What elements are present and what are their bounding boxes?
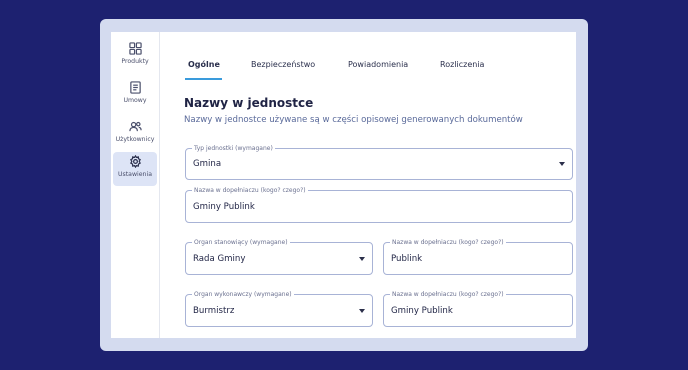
document-icon (129, 81, 141, 94)
sidebar-item-ustawienia[interactable]: Ustawienia (113, 152, 157, 186)
sidebar-item-label: Produkty (121, 58, 149, 65)
app-frame: Produkty Umowy Użytkownicy Ustawienia Og… (100, 19, 588, 351)
active-tab-indicator (185, 78, 222, 80)
sidebar-item-label: Użytkownicy (115, 136, 155, 143)
field-label: Nazwa w dopełniaczu (kogo? czego?) (390, 238, 506, 247)
executive-body-select[interactable]: Organ wykonawczy (wymagane) Burmistrz (185, 290, 373, 327)
field-label: Nazwa w dopełniaczu (kogo? czego?) (390, 290, 506, 299)
tab-rozliczenia[interactable]: Rozliczenia (440, 60, 484, 80)
tab-bezpieczenstwo[interactable]: Bezpieczeństwo (251, 60, 315, 80)
sidebar-item-label: Ustawienia (118, 171, 152, 178)
sidebar-item-produkty[interactable]: Produkty (113, 39, 157, 73)
chevron-down-icon (559, 162, 565, 166)
section-description: Nazwy w jednostce używane są w części op… (184, 115, 523, 125)
field-label: Organ wykonawczy (wymagane) (192, 290, 294, 299)
settings-window: Produkty Umowy Użytkownicy Ustawienia Og… (111, 32, 576, 338)
legislative-genitive-field[interactable]: Nazwa w dopełniaczu (kogo? czego?) Publi… (383, 238, 573, 275)
gear-icon (129, 155, 141, 168)
tab-powiadomienia[interactable]: Powiadomienia (348, 60, 408, 80)
field-value: Burmistrz (193, 305, 235, 316)
chevron-down-icon (359, 308, 365, 313)
field-label: Organ stanowiący (wymagane) (192, 238, 290, 247)
grid-icon (128, 42, 142, 55)
chevron-down-icon (359, 256, 365, 261)
sidebar: Produkty Umowy Użytkownicy Ustawienia (111, 32, 160, 338)
tab-ogolne[interactable]: Ogólne (188, 60, 220, 80)
sidebar-item-umowy[interactable]: Umowy (113, 78, 157, 112)
sidebar-item-uzytkownicy[interactable]: Użytkownicy (113, 117, 157, 151)
legislative-body-select[interactable]: Organ stanowiący (wymagane) Rada Gminy (185, 238, 373, 275)
field-value: Gminy Publink (391, 305, 453, 316)
sidebar-item-label: Umowy (123, 97, 147, 104)
unit-genitive-field[interactable]: Nazwa w dopełniaczu (kogo? czego?) Gminy… (185, 186, 573, 223)
field-value: Gmina (193, 159, 222, 169)
field-value: Gminy Publink (193, 201, 255, 212)
field-value: Publink (391, 253, 423, 264)
field-label: Typ jednostki (wymagane) (192, 144, 275, 153)
executive-genitive-field[interactable]: Nazwa w dopełniaczu (kogo? czego?) Gminy… (383, 290, 573, 327)
field-label: Nazwa w dopełniaczu (kogo? czego?) (192, 186, 308, 195)
field-value: Rada Gminy (193, 253, 246, 264)
section-title: Nazwy w jednostce (184, 96, 314, 110)
users-icon (128, 121, 142, 132)
unit-type-select[interactable]: Typ jednostki (wymagane) Gmina (185, 144, 573, 180)
